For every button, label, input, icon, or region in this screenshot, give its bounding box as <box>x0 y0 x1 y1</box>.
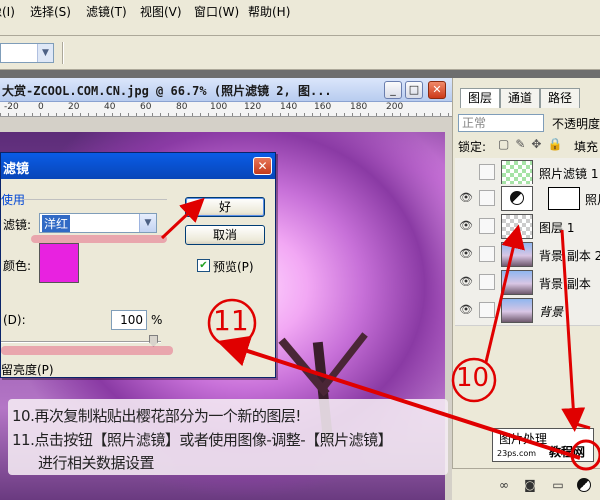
step-11-number: 11 <box>213 304 249 337</box>
step-10-number: 10 <box>456 363 490 393</box>
annotation-arrows <box>160 197 600 471</box>
arrow-to-dialog <box>216 335 581 460</box>
arrow-tail <box>575 422 591 430</box>
arrow-to-ok <box>160 197 205 240</box>
arrow-to-footer <box>560 229 586 432</box>
arrow-to-layer <box>484 224 525 363</box>
